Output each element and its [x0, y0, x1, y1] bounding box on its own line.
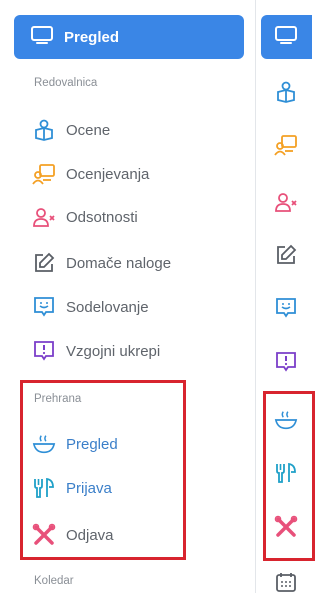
sidebar-item-sodelovanje[interactable]: Sodelovanje: [32, 294, 149, 320]
alert-chat-icon: [32, 339, 56, 363]
sidebar-item-label: Vzgojni ukrepi: [66, 342, 161, 360]
sidebar-item-label: Ocenjevanja: [66, 165, 150, 183]
sidebar-item-vzgojni-ukrepi[interactable]: Vzgojni ukrepi: [32, 338, 160, 364]
monitor-icon: [30, 24, 54, 51]
sidebar-item-odsotnosti[interactable]: Odsotnosti: [32, 204, 138, 230]
sidebar-item-label: Sodelovanje: [66, 298, 149, 316]
student-icon: [32, 118, 56, 142]
teacher-board-icon: [32, 162, 56, 186]
user-x-icon: [32, 205, 56, 229]
sidebar-item-label: Odsotnosti: [66, 208, 138, 226]
smile-chat-icon[interactable]: [274, 296, 298, 320]
sidebar-item-label: Domače naloge: [66, 254, 172, 272]
monitor-icon: [274, 24, 298, 51]
student-icon[interactable]: [274, 80, 298, 104]
smile-chat-icon: [32, 295, 56, 319]
calendar-icon[interactable]: [274, 570, 298, 594]
alert-chat-icon[interactable]: [274, 350, 298, 374]
sidebar-item-pregled-active[interactable]: Pregled: [14, 15, 244, 59]
user-x-icon[interactable]: [274, 190, 298, 214]
teacher-board-icon[interactable]: [274, 133, 298, 157]
section-heading-redovalnica: Redovalnica: [34, 77, 98, 89]
sidebar-item-ocenjevanja[interactable]: Ocenjevanja: [32, 161, 149, 187]
section-heading-koledar: Koledar: [34, 575, 74, 587]
sidebar-item-ocene[interactable]: Ocene: [32, 117, 110, 143]
collapsed-item-pregled-active[interactable]: [261, 15, 312, 59]
highlight-box-prehrana: [20, 380, 186, 560]
sidebar-item-domace-naloge[interactable]: Domače naloge: [32, 250, 171, 276]
edit-icon[interactable]: [274, 243, 298, 267]
edit-icon: [32, 251, 56, 275]
highlight-box-prehrana-collapsed: [263, 391, 315, 561]
sidebar-item-label: Ocene: [66, 121, 111, 139]
sidebar-item-label: Pregled: [64, 28, 120, 46]
